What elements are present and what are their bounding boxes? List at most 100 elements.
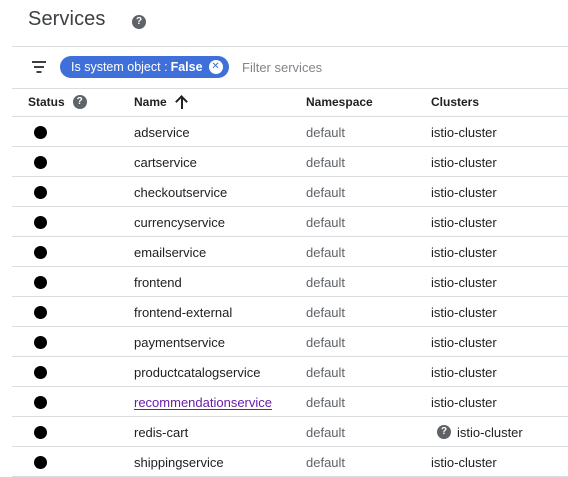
- status-dot-icon: [34, 365, 47, 379]
- namespace-cell: default: [306, 154, 346, 170]
- page-title: Services: [28, 8, 106, 30]
- service-name[interactable]: cartservice: [134, 147, 197, 177]
- cluster-cell: istio-cluster: [431, 207, 497, 237]
- table-header: Status ? Name Namespace Clusters: [12, 88, 568, 117]
- column-header-status: Status ?: [28, 88, 87, 116]
- cluster-name: istio-cluster: [431, 274, 497, 290]
- status-dot-icon: [34, 455, 47, 469]
- filter-chip-key: Is system object :: [71, 60, 168, 74]
- column-header-name[interactable]: Name: [134, 88, 188, 116]
- cluster-name: istio-cluster: [431, 304, 497, 320]
- cluster-cell: istio-cluster: [431, 267, 497, 297]
- table-row[interactable]: shippingservice default istio-cluster: [12, 447, 568, 477]
- table-row[interactable]: paymentservice default istio-cluster: [12, 327, 568, 357]
- namespace-cell: default: [306, 244, 346, 260]
- column-header-clusters[interactable]: Clusters: [431, 88, 479, 116]
- status-cell: [34, 267, 47, 297]
- namespace-cell: default: [306, 394, 346, 410]
- status-dot-icon: [34, 395, 47, 409]
- cluster-cell: istio-cluster: [431, 237, 497, 267]
- status-cell: [34, 387, 47, 417]
- table-row[interactable]: frontend-external default istio-cluster: [12, 297, 568, 327]
- service-name[interactable]: adservice: [134, 117, 190, 147]
- service-name-link[interactable]: recommendationservice: [134, 387, 272, 417]
- status-dot-icon: [34, 215, 47, 229]
- status-dot-icon: [34, 335, 47, 349]
- namespace-cell: default: [306, 364, 346, 380]
- cluster-cell: istio-cluster: [431, 117, 497, 147]
- status-cell: [34, 207, 47, 237]
- column-header-label: Status: [28, 95, 65, 109]
- column-header-label: Clusters: [431, 95, 480, 109]
- namespace-cell: default: [306, 304, 346, 320]
- help-icon[interactable]: ?: [72, 95, 87, 109]
- namespace-cell: default: [306, 424, 346, 440]
- help-icon[interactable]: ?: [437, 425, 451, 439]
- service-name[interactable]: productcatalogservice: [134, 357, 260, 387]
- table-row[interactable]: currencyservice default istio-cluster: [12, 207, 568, 237]
- status-dot-icon: [34, 305, 47, 319]
- table-row[interactable]: emailservice default istio-cluster: [12, 237, 568, 267]
- status-dot-icon: [34, 185, 47, 199]
- cluster-name: istio-cluster: [431, 214, 497, 230]
- table-row[interactable]: recommendationservice default istio-clus…: [12, 387, 568, 417]
- service-name[interactable]: shippingservice: [134, 447, 224, 477]
- cluster-name: istio-cluster: [431, 364, 497, 380]
- column-header-label: Name: [134, 95, 167, 109]
- status-cell: [34, 177, 47, 207]
- status-cell: [34, 237, 47, 267]
- service-name[interactable]: frontend-external: [134, 297, 232, 327]
- cluster-name: istio-cluster: [431, 124, 497, 140]
- filter-icon[interactable]: [31, 60, 47, 74]
- cluster-cell: istio-cluster: [431, 147, 497, 177]
- table-row[interactable]: productcatalogservice default istio-clus…: [12, 357, 568, 387]
- status-dot-icon: [34, 425, 47, 439]
- help-icon[interactable]: ?: [132, 15, 146, 29]
- status-dot-icon: [34, 245, 47, 259]
- status-cell: [34, 447, 47, 477]
- table-row[interactable]: redis-cart default ? istio-cluster: [12, 417, 568, 447]
- cluster-name: istio-cluster: [431, 454, 497, 470]
- namespace-cell: default: [306, 214, 346, 230]
- cluster-name: istio-cluster: [431, 394, 497, 410]
- cluster-cell: istio-cluster: [431, 447, 497, 477]
- namespace-cell: default: [306, 274, 346, 290]
- status-cell: [34, 327, 47, 357]
- cluster-name: istio-cluster: [431, 184, 497, 200]
- namespace-cell: default: [306, 454, 346, 470]
- services-table: Status ? Name Namespace Clusters adservi…: [12, 88, 568, 477]
- service-name[interactable]: checkoutservice: [134, 177, 227, 207]
- service-name[interactable]: emailservice: [134, 237, 206, 267]
- service-name[interactable]: currencyservice: [134, 207, 225, 237]
- table-row[interactable]: checkoutservice default istio-cluster: [12, 177, 568, 207]
- filter-chip-system-object[interactable]: Is system object : False ✕: [60, 56, 229, 78]
- cluster-cell: istio-cluster: [431, 357, 497, 387]
- cluster-name: istio-cluster: [431, 244, 497, 260]
- status-cell: [34, 117, 47, 147]
- status-cell: [34, 147, 47, 177]
- status-dot-icon: [34, 125, 47, 139]
- divider: [12, 46, 568, 47]
- table-row[interactable]: cartservice default istio-cluster: [12, 147, 568, 177]
- status-dot-icon: [34, 275, 47, 289]
- service-name[interactable]: frontend: [134, 267, 182, 297]
- column-header-namespace[interactable]: Namespace: [306, 88, 373, 116]
- cluster-cell: istio-cluster: [431, 297, 497, 327]
- cluster-cell: istio-cluster: [431, 327, 497, 357]
- status-cell: [34, 357, 47, 387]
- cluster-name: istio-cluster: [457, 424, 523, 440]
- close-icon[interactable]: ✕: [208, 60, 223, 74]
- cluster-cell: istio-cluster: [431, 177, 497, 207]
- namespace-cell: default: [306, 334, 346, 350]
- service-name[interactable]: redis-cart: [134, 417, 188, 447]
- cluster-cell: ? istio-cluster: [431, 417, 523, 447]
- filter-services-input[interactable]: [240, 57, 544, 77]
- status-cell: [34, 417, 47, 447]
- service-name[interactable]: paymentservice: [134, 327, 225, 357]
- column-header-label: Namespace: [306, 95, 373, 109]
- cluster-name: istio-cluster: [431, 154, 497, 170]
- status-dot-icon: [34, 155, 47, 169]
- filter-chip-value: False: [170, 60, 203, 74]
- table-row[interactable]: adservice default istio-cluster: [12, 117, 568, 147]
- table-row[interactable]: frontend default istio-cluster: [12, 267, 568, 297]
